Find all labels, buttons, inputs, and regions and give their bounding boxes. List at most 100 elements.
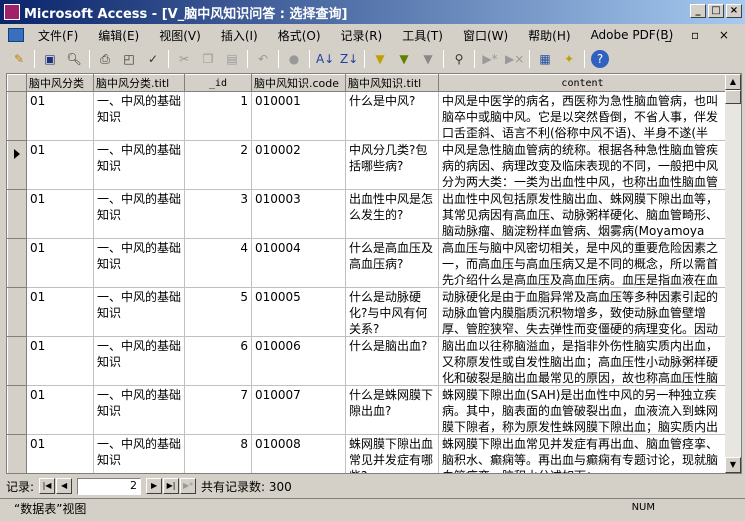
row-selector[interactable] [7,91,27,141]
cell-content[interactable]: 脑出血以往称脑溢血，是指非外伤性脑实质内出血，又称原发性或自发性脑出血；高血压性… [438,336,727,386]
cell-content[interactable]: 高血压与脑中风密切相关，是中风的重要危险因素之一，而高血压与高血压病又是不同的概… [438,238,727,288]
menu-file[interactable]: 文件(F) [38,27,78,44]
column-header-category[interactable]: 脑中风分类 [26,74,94,92]
cell-category-title[interactable]: 一、中风的基础知识 [93,287,185,337]
cell-category[interactable]: 01 [26,140,94,190]
scroll-thumb[interactable] [725,90,741,104]
last-record-button[interactable]: ▶| [163,478,180,494]
cell-category-title[interactable]: 一、中风的基础知识 [93,434,185,473]
cell-title[interactable]: 什么是蛛网膜下隙出血? [345,385,439,435]
cell-category[interactable]: 01 [26,287,94,337]
new-record-button[interactable]: ▶* [180,478,197,494]
cell-code[interactable]: 010007 [251,385,346,435]
table-row[interactable]: 01 一、中风的基础知识 7 010007 什么是蛛网膜下隙出血? 蛛网膜下隙出血(SAH… [7,385,727,435]
cell-id[interactable]: 2 [184,140,252,190]
cell-category-title[interactable]: 一、中风的基础知识 [93,336,185,386]
cell-category-title[interactable]: 一、中风的基础知识 [93,238,185,288]
cell-category[interactable]: 01 [26,189,94,239]
undo-icon[interactable]: ↶ [254,50,272,68]
first-record-button[interactable]: |◀ [39,478,56,494]
menu-records[interactable]: 记录(R) [341,27,383,44]
cell-id[interactable]: 6 [184,336,252,386]
cell-id[interactable]: 7 [184,385,252,435]
cell-title[interactable]: 什么是中风? [345,91,439,141]
insert-hyperlink-icon[interactable]: ● [285,50,303,68]
sort-descending-icon[interactable]: Z↓ [340,50,358,68]
cell-category-title[interactable]: 一、中风的基础知识 [93,189,185,239]
cell-code[interactable]: 010003 [251,189,346,239]
copy-icon[interactable]: ❐ [199,50,217,68]
cell-category[interactable]: 01 [26,336,94,386]
filter-by-selection-icon[interactable]: ▼ [371,50,389,68]
cell-title[interactable]: 出血性中风是怎么发生的? [345,189,439,239]
cell-id[interactable]: 1 [184,91,252,141]
column-header-content[interactable]: content [438,74,727,92]
table-row[interactable]: 01 一、中风的基础知识 8 010008 蛛网膜下隙出血常见并发症有哪些?蛛网膜下隙出… [7,434,727,473]
cell-code[interactable]: 010004 [251,238,346,288]
menu-format[interactable]: 格式(O) [278,27,321,44]
cell-category[interactable]: 01 [26,91,94,141]
minimize-button[interactable]: _ [690,4,706,18]
menu-help[interactable]: 帮助(H) [528,27,570,44]
column-header-category-title[interactable]: 脑中风分类.titl [93,74,185,92]
cell-code[interactable]: 010005 [251,287,346,337]
cut-icon[interactable]: ✂ [175,50,193,68]
column-header-code[interactable]: 脑中风知识.code [251,74,346,92]
next-record-button[interactable]: ▶ [146,478,163,494]
menu-insert[interactable]: 插入(I) [221,27,258,44]
database-window-icon[interactable]: ▦ [536,50,554,68]
row-selector[interactable] [7,189,27,239]
delete-record-icon[interactable]: ▶× [505,50,524,68]
cell-category-title[interactable]: 一、中风的基础知识 [93,385,185,435]
current-record-input[interactable]: 2 [77,477,142,495]
help-icon[interactable]: ? [591,50,609,68]
row-selector[interactable] [7,287,27,337]
cell-title[interactable]: 中风分几类?包括哪些病? [345,140,439,190]
cell-content[interactable]: 出血性中风包括原发性脑出血、蛛网膜下隙出血等，其常见病因有高血压、动脉粥样硬化、… [438,189,727,239]
row-selector[interactable] [7,238,27,288]
cell-id[interactable]: 4 [184,238,252,288]
datasheet-icon[interactable] [8,28,24,42]
row-selector[interactable] [7,385,27,435]
cell-content[interactable]: 蛛网膜下隙出血常见并发症有再出血、脑血管痉挛、脑积水、癫痫等。再出血与癫痫有专题… [438,434,727,473]
sort-ascending-icon[interactable]: A↓ [316,50,334,68]
column-header-id[interactable]: _id [184,74,252,92]
save-icon[interactable]: ▣ [41,50,59,68]
find-icon[interactable]: ⚲ [450,50,468,68]
row-selector[interactable] [7,140,27,190]
menu-window[interactable]: 窗口(W) [463,27,508,44]
cell-code[interactable]: 010002 [251,140,346,190]
cell-category[interactable]: 01 [26,385,94,435]
print-preview-icon[interactable]: ◰ [120,50,138,68]
cell-content[interactable]: 蛛网膜下隙出血(SAH)是出血性中风的另一种独立疾病。其中，脑表面的血管破裂出血… [438,385,727,435]
table-row[interactable]: 01 一、中风的基础知识 2 010002 中风分几类?包括哪些病? 中风是急性脑血管病的… [7,140,727,190]
vertical-scrollbar[interactable]: ▲ ▼ [725,74,741,473]
table-row[interactable]: 01 一、中风的基础知识 5 010005 什么是动脉硬化?与中风有何关系? 动脉硬化是由… [7,287,727,337]
apply-filter-icon[interactable]: ▼ [419,50,437,68]
scroll-down-button[interactable]: ▼ [725,457,741,473]
cell-content[interactable]: 动脉硬化是由于血脂异常及高血压等多种因素引起的动脉血管内膜脂质沉积物增多，致使动… [438,287,727,337]
cell-title[interactable]: 什么是脑出血? [345,336,439,386]
menu-view[interactable]: 视图(V) [159,27,201,44]
cell-category-title[interactable]: 一、中风的基础知识 [93,91,185,141]
paste-icon[interactable]: ▤ [223,50,241,68]
row-selector[interactable] [7,336,27,386]
close-button[interactable]: × [726,4,742,18]
view-design-icon[interactable]: ✎ [10,50,28,68]
cell-category[interactable]: 01 [26,434,94,473]
previous-record-button[interactable]: ◀ [56,478,73,494]
new-record-icon[interactable]: ▶* [481,50,499,68]
menu-edit[interactable]: 编辑(E) [98,27,139,44]
row-selector[interactable] [7,434,27,473]
table-row[interactable]: 01 一、中风的基础知识 1 010001 什么是中风? 中风是中医学的病名，西医称为急性… [7,91,727,141]
cell-id[interactable]: 8 [184,434,252,473]
cell-code[interactable]: 010008 [251,434,346,473]
column-header-title[interactable]: 脑中风知识.titl [345,74,439,92]
cell-content[interactable]: 中风是急性脑血管病的统称。根据各种急性脑血管疾病的病因、病理改变及临床表现的不同… [438,140,727,190]
cell-id[interactable]: 5 [184,287,252,337]
cell-category[interactable]: 01 [26,238,94,288]
scroll-up-button[interactable]: ▲ [725,74,741,90]
table-row[interactable]: 01 一、中风的基础知识 3 010003 出血性中风是怎么发生的? 出血性中风包括原发性… [7,189,727,239]
maximize-button[interactable]: □ [708,4,724,18]
cell-code[interactable]: 010006 [251,336,346,386]
